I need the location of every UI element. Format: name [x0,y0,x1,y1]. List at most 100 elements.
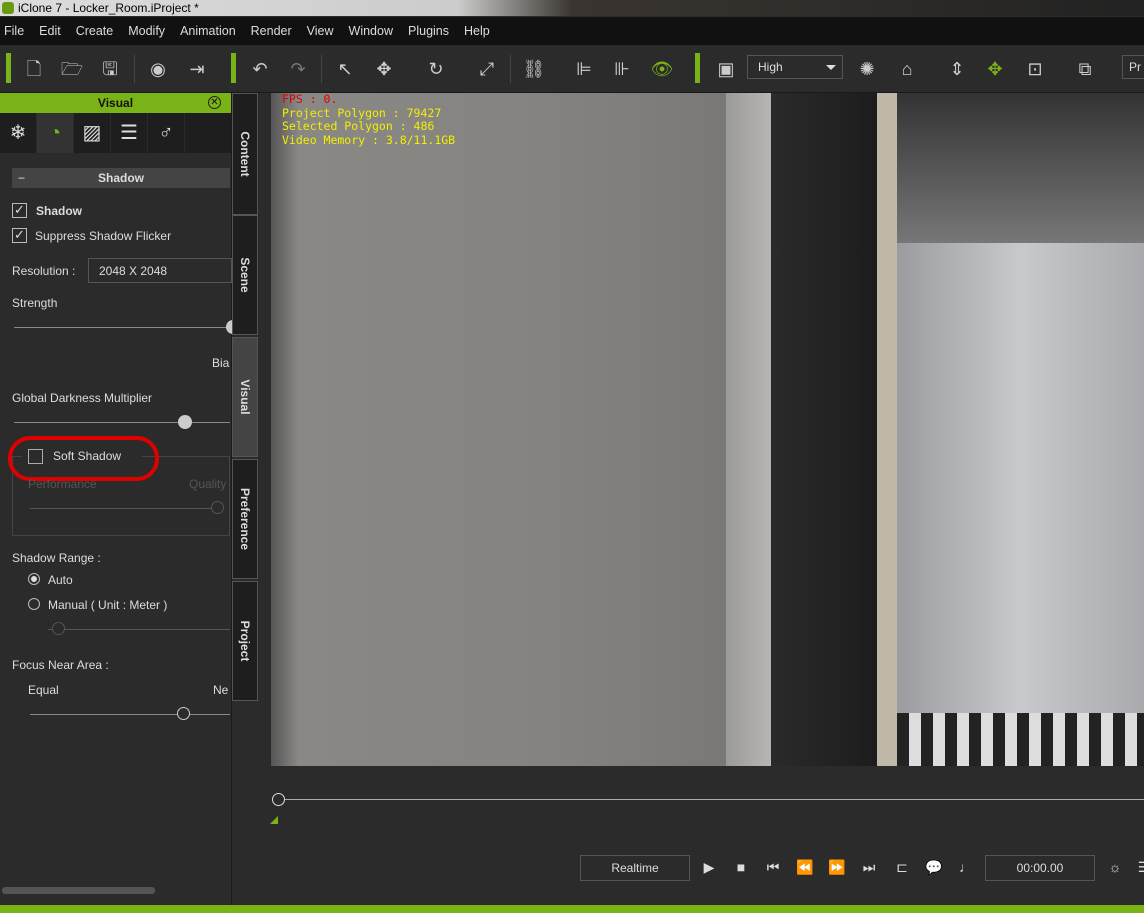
rotate-icon[interactable]: ↻ [424,57,448,81]
window-title: iClone 7 - Locker_Room.iProject * [18,1,199,15]
timeline-marker-icon [270,816,278,824]
menu-modify[interactable]: Modify [128,24,165,38]
open-folder-icon[interactable]: 🗁 [60,57,84,81]
toolbar-grip [6,53,11,83]
new-file-icon[interactable]: 🗋 [22,57,46,81]
fast-forward-icon[interactable]: ⏩ [827,855,847,879]
layout-icon[interactable]: ▣ [714,57,738,81]
suppress-flicker-label: Suppress Shadow Flicker [35,229,172,243]
camera-view-icon[interactable]: ⊡ [1023,57,1047,81]
tab-scene[interactable]: Scene [232,215,258,335]
collapse-icon[interactable]: − [18,168,25,188]
tab-project[interactable]: Project [232,581,258,701]
near-label: Ne [213,683,229,697]
menu-create[interactable]: Create [76,24,114,38]
visibility-eye-icon[interactable]: 👁 [650,57,674,81]
locker-door [271,93,731,766]
range-manual-label: Manual ( Unit : Meter ) [48,598,168,612]
fit-all-icon[interactable]: ✥ [983,57,1007,81]
side-tabs: Content Scene Visual Preference Project [232,93,258,703]
soft-shadow-slider-track[interactable] [30,508,220,509]
menu-bar: File Edit Create Modify Animation Render… [0,17,1144,45]
shadow-tab-icon[interactable]: ◔ [37,113,74,153]
range-auto-label: Auto [48,573,73,587]
effects-tab-icon[interactable]: ♂ [148,113,185,153]
range-auto-radio[interactable] [28,573,40,585]
suppress-flicker-checkbox[interactable]: ✓ [12,228,27,243]
separator [134,55,135,83]
toolbar-grip [231,53,236,83]
rewind-icon[interactable]: ⏪ [795,855,815,879]
shadow-section-header[interactable]: − Shadow [12,168,230,188]
separator [321,55,322,83]
visual-icon-tabs: ❄ ◔ ▨ ☰ ♂ [0,113,231,153]
play-icon[interactable]: ▶ [699,855,719,879]
select-arrow-icon[interactable]: ↖ [333,57,357,81]
link-icon[interactable]: ⛓ [522,57,546,81]
save-icon[interactable]: 🖫 [98,57,122,81]
realtime-dropdown[interactable]: Realtime [580,855,690,881]
export-icon[interactable]: ⇥ [185,57,209,81]
focus-slider-track[interactable] [30,714,230,715]
move-icon[interactable]: ✥ [372,57,396,81]
tab-content[interactable]: Content [232,93,258,215]
darkness-slider-handle[interactable] [178,415,192,429]
loop-icon[interactable]: ⊏ [892,855,912,879]
focus-slider-handle[interactable] [177,707,190,720]
align-icon[interactable]: ⊫ [572,57,596,81]
timeline-track[interactable] [278,799,1144,800]
redo-icon[interactable]: ↷ [286,57,310,81]
audio-note-icon[interactable]: ♩ [956,855,976,879]
menu-list-icon[interactable]: ☰ [1134,855,1144,879]
section-title: Shadow [97,171,144,185]
menu-window[interactable]: Window [349,24,393,38]
tab-preference[interactable]: Preference [232,459,258,579]
fit-vertical-icon[interactable]: ⇕ [945,57,969,81]
menu-help[interactable]: Help [464,24,490,38]
undo-icon[interactable]: ↶ [248,57,272,81]
range-manual-radio[interactable] [28,598,40,610]
menu-render[interactable]: Render [251,24,292,38]
menu-animation[interactable]: Animation [180,24,236,38]
title-bar: iClone 7 - Locker_Room.iProject * [0,0,1144,16]
home-camera-icon[interactable]: ⌂ [895,57,919,81]
locker-frame [877,93,899,766]
tab-visual[interactable]: Visual [232,337,258,457]
quality-dropdown[interactable]: High [747,55,843,79]
menu-file[interactable]: File [4,24,24,38]
separator [510,55,511,83]
floor-tiles [897,713,1144,766]
preset-dropdown[interactable]: Pr [1122,55,1144,79]
darkness-slider-track[interactable] [14,422,230,423]
menu-plugins[interactable]: Plugins [408,24,449,38]
close-panel-icon[interactable]: ✕ [208,96,221,109]
distribute-icon[interactable]: ⊪ [610,57,634,81]
timeline-playhead[interactable] [272,793,285,806]
panel-horizontal-scrollbar[interactable] [2,887,155,894]
timeline-area [258,766,1144,905]
previous-frame-icon[interactable]: ⏮ [763,855,783,879]
range-slider-handle[interactable] [52,622,65,635]
resolution-label: Resolution : [12,264,76,278]
strength-slider-track[interactable] [14,327,230,328]
layers-tab-icon[interactable]: ☰ [111,113,148,153]
stop-icon[interactable]: ■ [731,855,751,879]
subtitle-icon[interactable]: 💬 [924,855,944,879]
preview-icon[interactable]: ◉ [146,57,170,81]
light-icon[interactable]: ✺ [855,57,879,81]
menu-edit[interactable]: Edit [39,24,61,38]
image-tab-icon[interactable]: ▨ [74,113,111,153]
3d-viewport[interactable]: FPS : 0. Project Polygon : 79427 Selecte… [271,93,1144,766]
resolution-dropdown[interactable]: 2048 X 2048 [88,258,232,283]
scale-icon[interactable]: ⤢ [475,57,499,81]
atmosphere-tab-icon[interactable]: ❄ [0,113,37,153]
next-frame-icon[interactable]: ⏭ [859,855,879,879]
menu-view[interactable]: View [307,24,334,38]
time-display[interactable]: 00:00.00 [985,855,1095,881]
frame-icon[interactable]: ⧉ [1073,57,1097,81]
sun-icon[interactable]: ☼ [1105,855,1125,879]
quality-label: Quality [189,477,227,491]
soft-shadow-slider-handle[interactable] [211,501,224,514]
shadow-checkbox[interactable]: ✓ [12,203,27,218]
range-slider-track[interactable] [48,629,230,630]
